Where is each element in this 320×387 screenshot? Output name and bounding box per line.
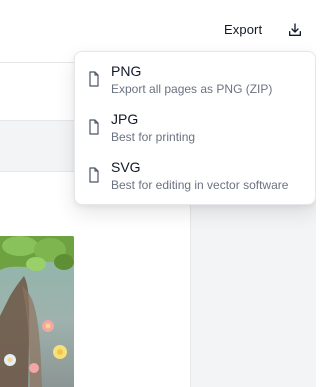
file-icon (88, 71, 100, 87)
menu-item-description: Export all pages as PNG (ZIP) (111, 82, 273, 96)
screen: Export PNG Export all pages as PNG (ZIP) (0, 0, 316, 387)
page-preview-image (0, 236, 74, 387)
download-icon (289, 23, 301, 36)
export-button[interactable]: Export (224, 21, 262, 39)
menu-item-png[interactable]: PNG Export all pages as PNG (ZIP) (75, 52, 315, 98)
menu-item-description: Best for editing in vector software (111, 178, 289, 192)
menu-item-description: Best for printing (111, 130, 196, 144)
menu-item-title: PNG (111, 63, 142, 79)
download-button[interactable] (284, 19, 306, 41)
file-icon (88, 119, 100, 135)
menu-item-svg[interactable]: SVG Best for editing in vector software (75, 148, 315, 194)
menu-item-title: JPG (111, 111, 139, 127)
menu-item-title: SVG (111, 159, 141, 175)
illustration-art (0, 236, 74, 387)
menu-item-jpg[interactable]: JPG Best for printing (75, 100, 315, 146)
file-icon (88, 167, 100, 183)
export-format-menu: PNG Export all pages as PNG (ZIP) JPG Be… (74, 51, 316, 205)
